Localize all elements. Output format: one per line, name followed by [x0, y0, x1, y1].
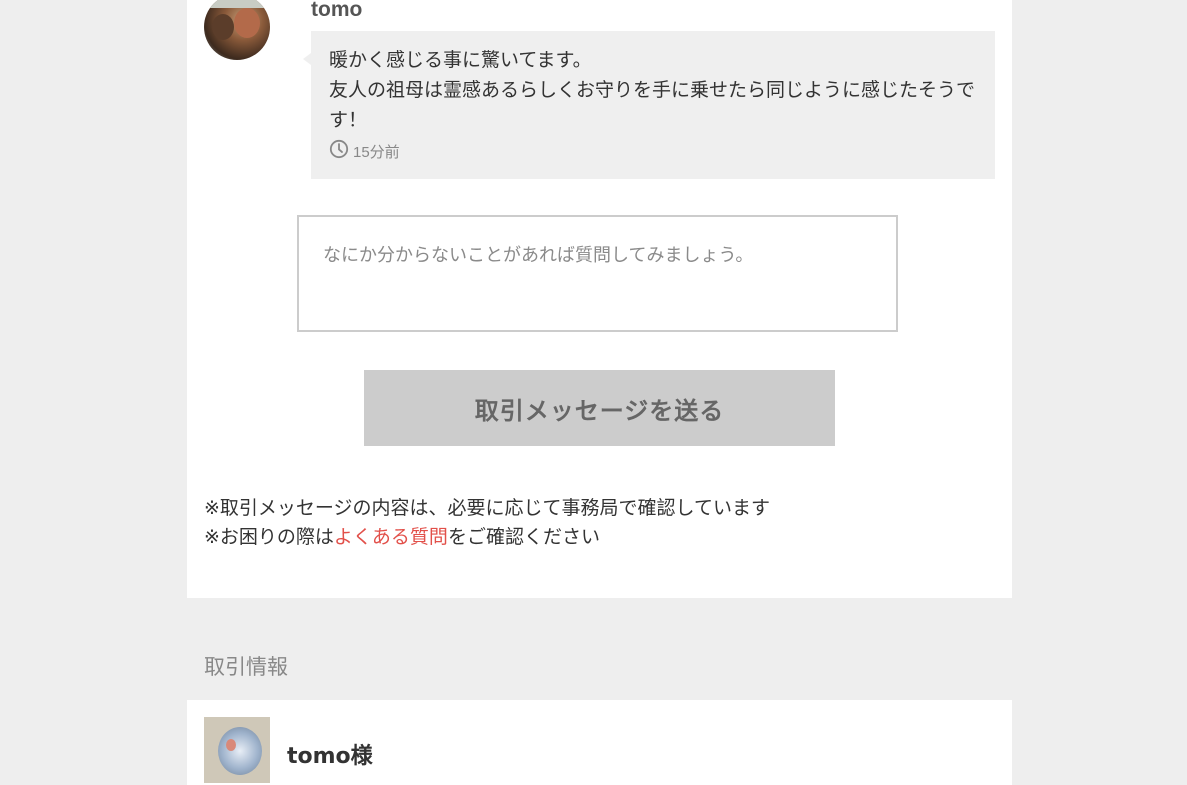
transaction-user-row: tomo様: [187, 700, 1012, 785]
partner-name: tomo様: [287, 744, 373, 769]
message-username: tomo: [311, 0, 363, 21]
message-text: 暖かく感じる事に驚いてます。 友人の祖母は霊感あるらしくお守りを手に乗せたら同じ…: [329, 45, 979, 135]
message-panel: tomo 暖かく感じる事に驚いてます。 友人の祖母は霊感あるらしくお守りを手に乗…: [187, 0, 1012, 598]
transaction-info-header: 取引情報: [187, 598, 1012, 700]
timestamp-text: 15分前: [353, 143, 400, 161]
note-help-prefix: ※お困りの際は: [204, 526, 334, 548]
message-line-2: 友人の祖母は霊感あるらしくお守りを手に乗せたら同じように感じたそうです！: [329, 79, 976, 131]
faq-link[interactable]: よくある質問: [334, 526, 448, 548]
clock-icon: [329, 139, 349, 163]
note-help: ※お困りの際はよくある質問をご確認ください: [204, 523, 770, 552]
user-avatar[interactable]: [204, 0, 270, 60]
note-help-suffix: をご確認ください: [447, 526, 600, 548]
message-bubble: 暖かく感じる事に驚いてます。 友人の祖母は霊感あるらしくお守りを手に乗せたら同じ…: [303, 31, 995, 179]
message-timestamp: 15分前: [329, 139, 400, 163]
message-line-1: 暖かく感じる事に驚いてます。: [329, 49, 592, 71]
send-message-button[interactable]: 取引メッセージを送る: [364, 370, 835, 446]
section-title: 取引情報: [204, 655, 288, 679]
message-input[interactable]: [297, 215, 898, 332]
item-thumbnail[interactable]: [204, 717, 270, 783]
note-review: ※取引メッセージの内容は、必要に応じて事務局で確認しています: [204, 497, 770, 519]
notes: ※取引メッセージの内容は、必要に応じて事務局で確認しています ※お困りの際はよく…: [204, 494, 770, 552]
